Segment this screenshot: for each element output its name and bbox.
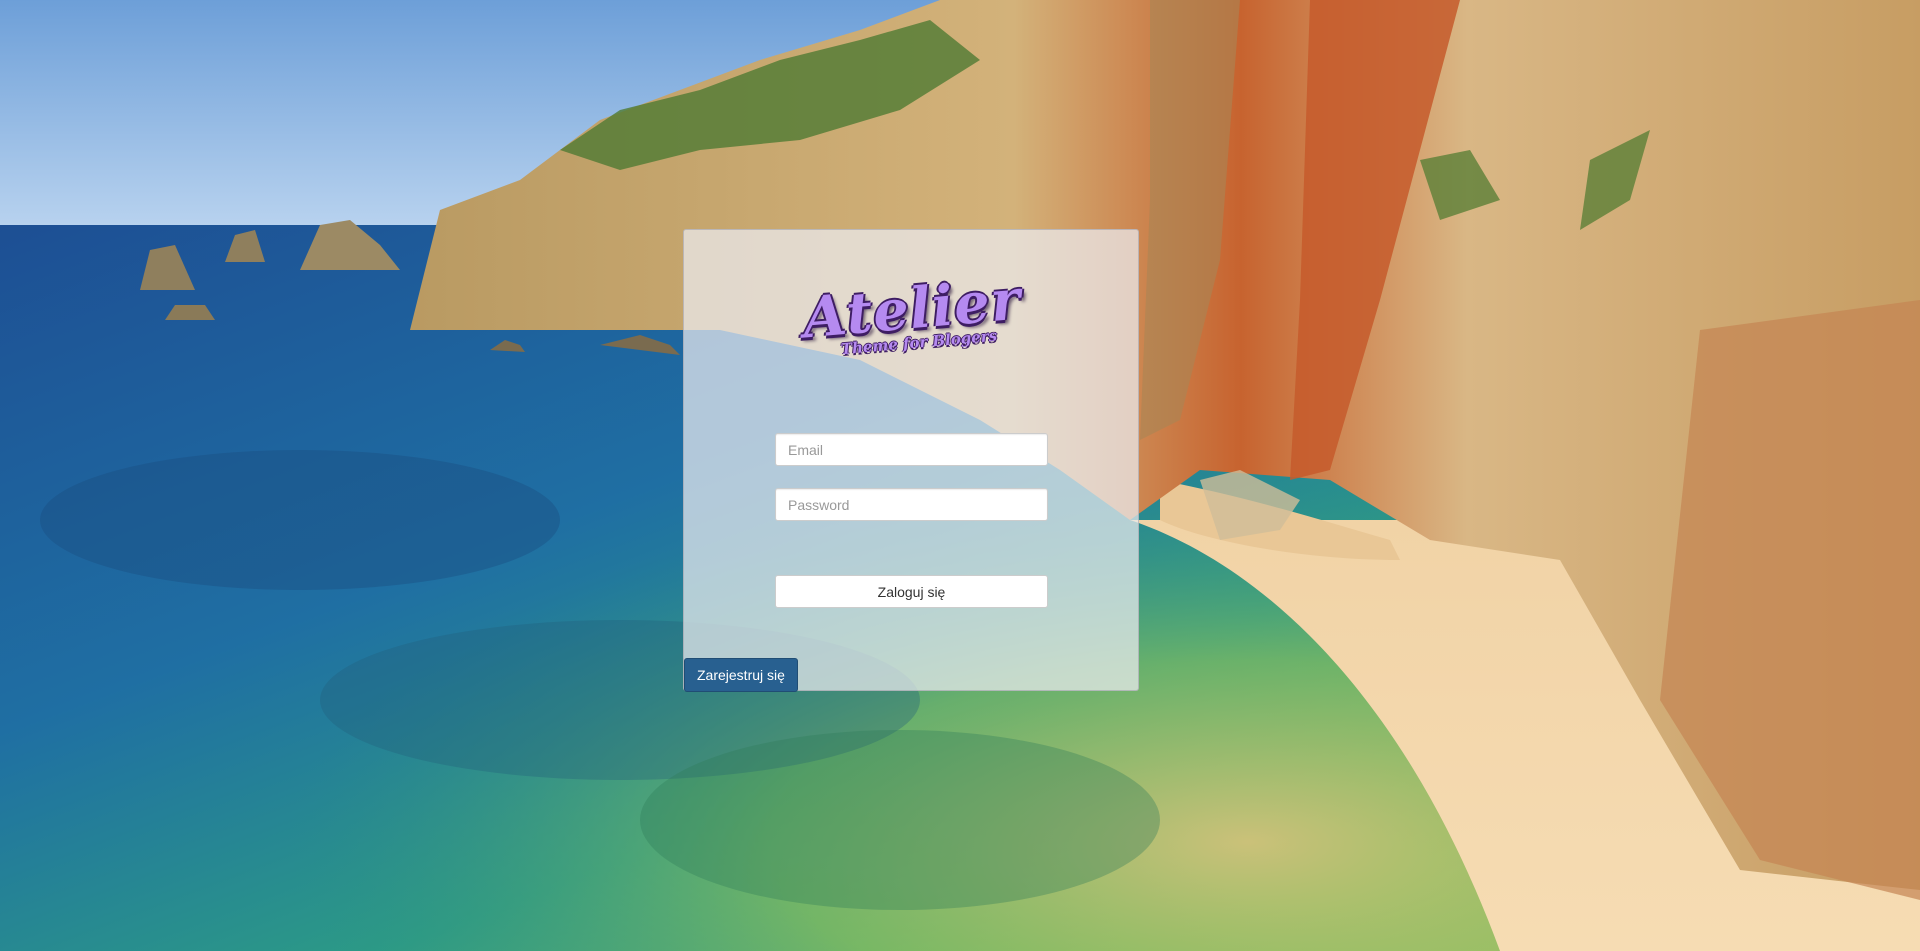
- password-input[interactable]: [775, 488, 1048, 521]
- register-button[interactable]: Zarejestruj się: [684, 658, 798, 692]
- login-button[interactable]: Zaloguj się: [775, 575, 1048, 608]
- atelier-logo: Atelier Theme for Blogers: [684, 267, 1140, 359]
- email-input[interactable]: [775, 433, 1048, 466]
- login-panel: Atelier Theme for Blogers Zaloguj się Za…: [683, 229, 1140, 692]
